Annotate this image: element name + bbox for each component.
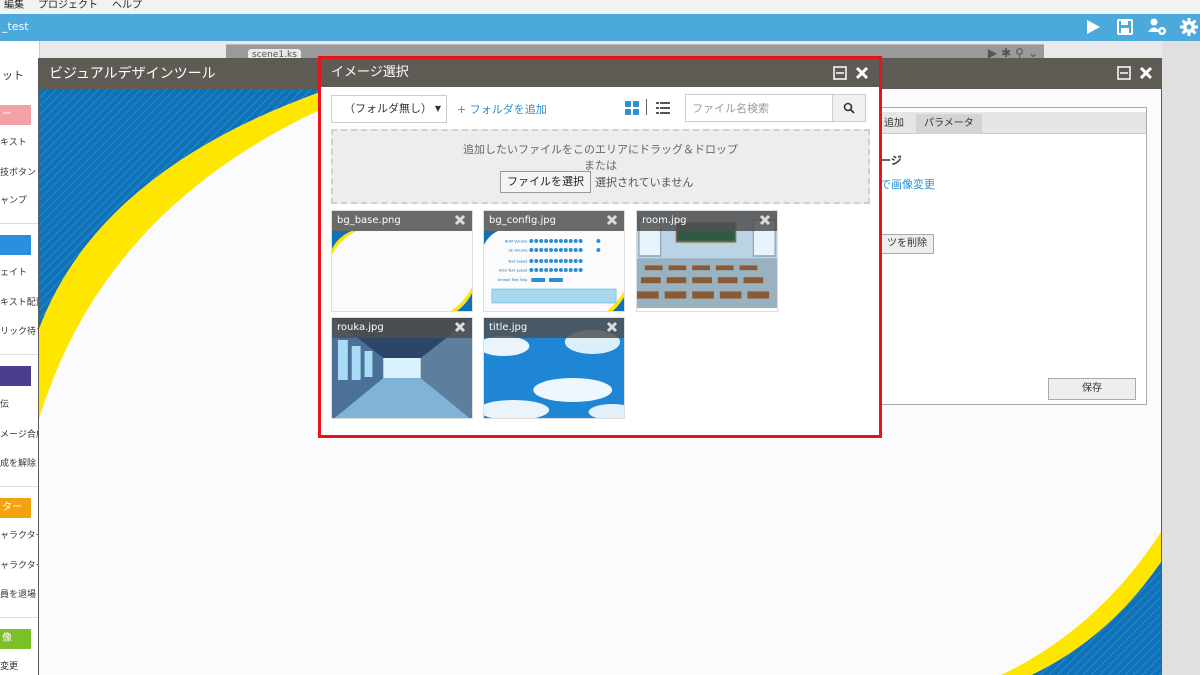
image-thumbnail[interactable]: bg_base.png: [331, 210, 473, 312]
menu-edit[interactable]: 編集: [2, 0, 26, 14]
divider: [0, 617, 39, 618]
palette-item[interactable]: ャラクター: [0, 528, 39, 544]
tab-parameters[interactable]: パラメータ: [916, 114, 982, 134]
right-strip: [1162, 41, 1200, 675]
palette-item[interactable]: メージ合成: [0, 427, 39, 443]
palette-item[interactable]: ャラクター: [0, 558, 39, 574]
divider: [0, 486, 39, 487]
palette-section-header[interactable]: 像: [0, 629, 31, 649]
palette-item[interactable]: キスト配置: [0, 295, 39, 311]
image-thumbnail[interactable]: room.jpg: [636, 210, 778, 312]
list-view-icon[interactable]: [656, 101, 670, 118]
properties-panel: 追加 パラメータ ージ で画像変更 ツを削除 保存: [875, 107, 1147, 405]
image-name: rouka.jpg: [332, 318, 472, 338]
menu-bar: 編集 プロジェクト ヘルプ: [0, 0, 1200, 14]
add-folder-link[interactable]: + フォルダを追加: [457, 101, 547, 117]
delete-icon[interactable]: [454, 321, 466, 336]
config-label: BGM Volume: [505, 239, 527, 243]
delete-icon[interactable]: [454, 214, 466, 229]
dialog-title: イメージ選択: [321, 59, 879, 87]
image-select-dialog: イメージ選択 （フォルダ無し） ▼ + フォルダを追加 追加したいファイルをこの…: [320, 58, 880, 436]
folder-select-value: （フォルダ無し）: [344, 102, 432, 115]
delete-icon[interactable]: [759, 214, 771, 229]
delete-icon[interactable]: [606, 214, 618, 229]
config-label: SE Volume: [509, 248, 528, 252]
image-preview: [332, 231, 472, 311]
properties-tabs: 追加 パラメータ: [876, 112, 1146, 134]
palette-section-header[interactable]: ター: [0, 498, 31, 518]
save-icon[interactable]: [1114, 16, 1136, 38]
change-image-link[interactable]: で画像変更: [880, 176, 935, 192]
app-titlebar: _test: [0, 14, 1200, 41]
image-name: bg_base.png: [332, 211, 472, 231]
image-name: title.jpg: [484, 318, 624, 338]
dialog-controls: [833, 66, 869, 83]
image-preview: BGM Volume SE Volume Text Speed Auto Tex…: [484, 231, 624, 311]
window-controls: [1117, 66, 1153, 83]
divider: [646, 99, 647, 115]
palette-item[interactable]: 伝: [0, 397, 39, 413]
config-label: Text Speed: [507, 259, 527, 263]
palette-section-header[interactable]: [0, 235, 31, 255]
file-search-input[interactable]: [685, 94, 833, 122]
delete-parts-button[interactable]: ツを削除: [880, 234, 934, 254]
gear-icon[interactable]: [1178, 16, 1200, 38]
component-palette: ット ー キスト 技ボタン ャンプ ェイト キスト配置 リック待ち 伝 メージ合…: [0, 41, 40, 675]
image-thumbnail[interactable]: title.jpg: [483, 317, 625, 419]
delete-icon[interactable]: [606, 321, 618, 336]
settings-users-icon[interactable]: [1146, 16, 1168, 38]
image-label: ージ: [880, 154, 902, 167]
image-thumbnail[interactable]: rouka.jpg: [331, 317, 473, 419]
close-icon[interactable]: [855, 66, 869, 83]
image-thumbnail[interactable]: bg_config.jpg BGM Volume SE Volume Text …: [483, 210, 625, 312]
file-status: 選択されていません: [595, 176, 694, 189]
menu-project[interactable]: プロジェクト: [36, 0, 100, 14]
tab-add[interactable]: 追加: [876, 114, 912, 134]
palette-tab[interactable]: ット: [0, 63, 30, 89]
folder-select[interactable]: （フォルダ無し） ▼: [331, 95, 447, 123]
palette-item[interactable]: 変更: [0, 659, 39, 675]
choose-file-button[interactable]: ファイルを選択: [500, 171, 591, 193]
file-dropzone[interactable]: 追加したいファイルをこのエリアにドラッグ＆ドロップ または ファイルを選択 選択…: [331, 129, 870, 204]
file-input: ファイルを選択 選択されていません: [500, 171, 693, 193]
palette-section-header[interactable]: [0, 366, 31, 386]
palette-item[interactable]: ェイト: [0, 265, 39, 281]
palette-item[interactable]: 員を退場: [0, 587, 39, 603]
search-button[interactable]: [832, 94, 866, 122]
palette-section-header[interactable]: ー: [0, 105, 31, 125]
close-icon[interactable]: [1139, 66, 1153, 83]
menu-help[interactable]: ヘルプ: [110, 0, 144, 14]
divider: [0, 354, 39, 355]
search-icon: [843, 102, 855, 114]
palette-item[interactable]: キスト: [0, 135, 39, 151]
config-label: Auto Text Speed: [499, 268, 528, 272]
project-name: _test: [2, 20, 29, 33]
palette-item[interactable]: 成を解除: [0, 456, 39, 472]
palette-item[interactable]: ャンプ: [0, 193, 39, 209]
divider: [0, 223, 39, 224]
play-icon[interactable]: [1082, 16, 1104, 38]
dropzone-instructions: 追加したいファイルをこのエリアにドラッグ＆ドロップ: [463, 143, 738, 156]
minimize-icon[interactable]: [833, 66, 847, 83]
palette-item[interactable]: リック待ち: [0, 324, 39, 340]
palette-item[interactable]: 技ボタン: [0, 165, 39, 181]
grid-view-icon[interactable]: [625, 101, 639, 118]
minimize-icon[interactable]: [1117, 66, 1131, 83]
config-label: Unread Text Skip: [498, 278, 528, 282]
titlebar-tools: [1082, 16, 1200, 38]
caret-down-icon: ▼: [434, 104, 441, 113]
save-button[interactable]: 保存: [1048, 378, 1136, 400]
image-name: bg_config.jpg: [484, 211, 624, 231]
image-name: room.jpg: [637, 211, 777, 231]
